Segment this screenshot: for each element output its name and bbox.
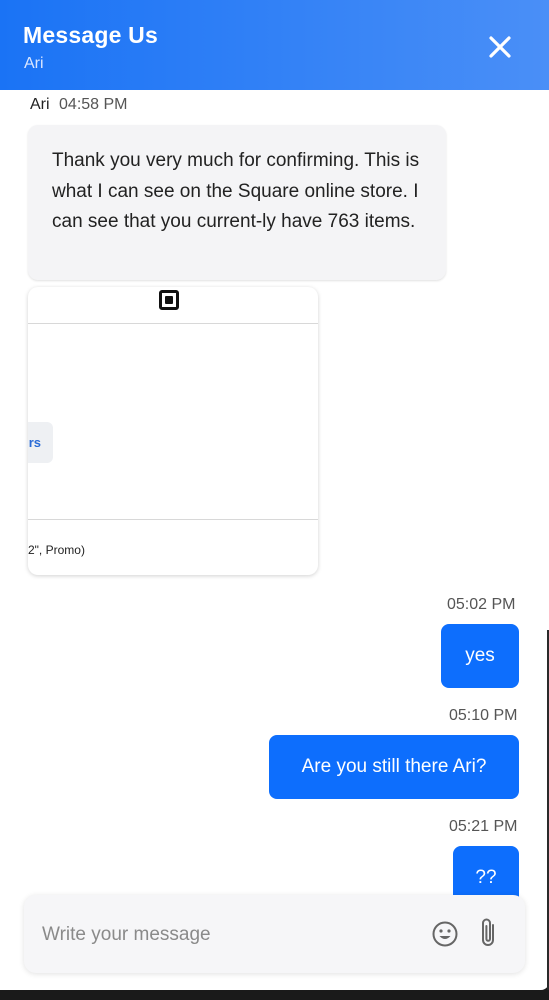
user-message-time: 05:02 PM	[447, 596, 516, 613]
header-subtitle: Ari	[24, 55, 44, 72]
close-icon	[489, 36, 511, 58]
user-message-time: 05:10 PM	[449, 707, 518, 724]
message-input[interactable]	[42, 921, 412, 949]
message-time: 04:58 PM	[59, 96, 128, 113]
image-attachment[interactable]: rs 2", Promo)	[28, 287, 318, 575]
sender-name: Ari	[30, 96, 50, 113]
emoji-icon	[432, 921, 458, 947]
attachment-caption: 2", Promo)	[28, 543, 85, 557]
message-composer	[24, 895, 525, 973]
attach-button[interactable]	[477, 917, 501, 949]
attachment-chip: rs	[28, 422, 53, 463]
square-logo-icon	[159, 290, 179, 310]
emoji-button[interactable]	[431, 920, 459, 948]
divider	[28, 519, 318, 520]
user-message-bubble: yes	[441, 624, 519, 688]
divider	[28, 323, 318, 324]
paperclip-icon	[482, 918, 494, 946]
close-button[interactable]	[483, 30, 517, 64]
agent-message-bubble: Thank you very much for confirming. This…	[28, 125, 446, 280]
header-title: Message Us	[23, 22, 158, 48]
chat-header: Message Us Ari	[0, 0, 549, 90]
user-message-time: 05:21 PM	[449, 818, 518, 835]
agent-message-meta: Ari 04:58 PM	[30, 96, 128, 114]
user-message-bubble: Are you still there Ari?	[269, 735, 519, 799]
chat-window: Message Us Ari Ari 04:58 PM Thank you ve…	[0, 0, 549, 990]
